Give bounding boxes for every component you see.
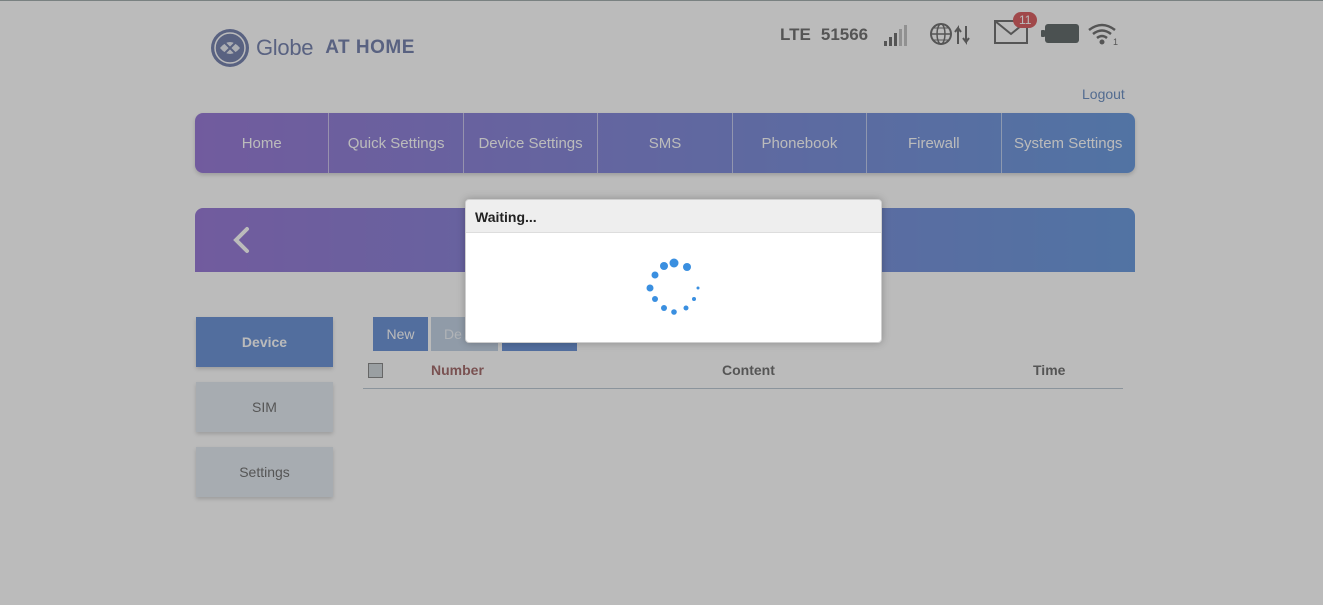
- spinner-icon: [646, 258, 700, 315]
- dialog-title: Waiting...: [466, 200, 881, 233]
- waiting-dialog: Waiting...: [465, 199, 882, 343]
